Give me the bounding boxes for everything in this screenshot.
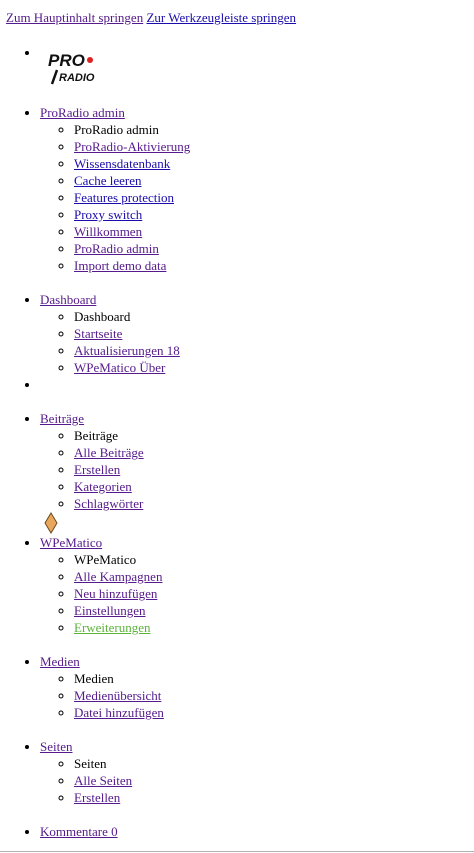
submenu-link-wpematico-ueber[interactable]: WPeMatico Über — [74, 360, 165, 375]
submenu-item: Erweiterungen — [74, 619, 474, 636]
menu-item-medien: Medien Medien Medienübersicht Datei hinz… — [40, 636, 474, 721]
submenu-link-willkommen[interactable]: Willkommen — [74, 224, 142, 239]
submenu-item: ProRadio admin — [74, 240, 474, 257]
submenu-link-datei-hinzufuegen[interactable]: Datei hinzufügen — [74, 705, 164, 720]
submenu-link-einstellungen[interactable]: Einstellungen — [74, 603, 146, 618]
submenu-link-alle-beitraege[interactable]: Alle Beiträge — [74, 445, 144, 460]
submenu-item: Proxy switch — [74, 206, 474, 223]
submenu-item: Cache leeren — [74, 172, 474, 189]
submenu-link-aktualisierungen[interactable]: Aktualisierungen 18 — [74, 343, 180, 358]
submenu-link-features-protection[interactable]: Features protection — [74, 190, 174, 205]
submenu-link-cache-leeren[interactable]: Cache leeren — [74, 173, 141, 188]
menu-link-wpematico[interactable]: WPeMatico — [40, 535, 102, 550]
submenu-item: Features protection — [74, 189, 474, 206]
submenu-item: Alle Kampagnen — [74, 568, 474, 585]
submenu-item: Erstellen — [74, 461, 474, 478]
submenu-link-proxy-switch[interactable]: Proxy switch — [74, 207, 142, 222]
submenu-dashboard: Dashboard Startseite Aktualisierungen 18… — [40, 308, 474, 376]
diamond-icon — [44, 512, 58, 534]
submenu-link-wissensdatenbank[interactable]: Wissensdatenbank — [74, 156, 170, 171]
submenu-item: Alle Beiträge — [74, 444, 474, 461]
submenu-link-medienuebersicht[interactable]: Medienübersicht — [74, 688, 161, 703]
submenu-item: Startseite — [74, 325, 474, 342]
menu-link-dashboard[interactable]: Dashboard — [40, 292, 96, 307]
submenu-link-kategorien[interactable]: Kategorien — [74, 479, 132, 494]
submenu-wpematico: WPeMatico Alle Kampagnen Neu hinzufügen … — [40, 551, 474, 636]
submenu-item-current: Medien — [74, 670, 474, 687]
menu-item-kommentare: Kommentare 0 — [40, 806, 474, 840]
logo-slash — [50, 69, 59, 85]
proradio-logo[interactable]: PRO RADIO — [46, 50, 98, 86]
admin-menu: PRO RADIO ProRadio admin ProRadio admin … — [0, 44, 474, 840]
skip-to-toolbar-link[interactable]: Zur Werkzeugleiste springen — [146, 10, 296, 25]
menu-logo-item: PRO RADIO — [40, 44, 474, 87]
submenu-item-current: WPeMatico — [74, 551, 474, 568]
logo-dot — [87, 57, 93, 63]
submenu-link-erweiterungen[interactable]: Erweiterungen — [74, 620, 151, 635]
skip-links: Zum Hauptinhalt springen Zur Werkzeuglei… — [6, 9, 296, 26]
menu-link-proradio-admin[interactable]: ProRadio admin — [40, 105, 125, 120]
submenu-link-neu-hinzufuegen[interactable]: Neu hinzufügen — [74, 586, 157, 601]
menu-item-wpematico: WPeMatico WPeMatico Alle Kampagnen Neu h… — [40, 512, 474, 636]
submenu-link-erstellen-seite[interactable]: Erstellen — [74, 790, 120, 805]
submenu-link-startseite[interactable]: Startseite — [74, 326, 122, 341]
submenu-link-proradio-aktivierung[interactable]: ProRadio-Aktivierung — [74, 139, 190, 154]
submenu-item: Import demo data — [74, 257, 474, 274]
submenu-item: Einstellungen — [74, 602, 474, 619]
submenu-item: Wissensdatenbank — [74, 155, 474, 172]
submenu-item: Erstellen — [74, 789, 474, 806]
submenu-link-alle-kampagnen[interactable]: Alle Kampagnen — [74, 569, 162, 584]
submenu-proradio: ProRadio admin ProRadio-Aktivierung Wiss… — [40, 121, 474, 274]
menu-link-seiten[interactable]: Seiten — [40, 739, 73, 754]
menu-link-beitraege[interactable]: Beiträge — [40, 411, 84, 426]
submenu-beitraege: Beiträge Alle Beiträge Erstellen Kategor… — [40, 427, 474, 512]
submenu-link-import-demo-data[interactable]: Import demo data — [74, 258, 166, 273]
submenu-item-current: Dashboard — [74, 308, 474, 325]
menu-item-dashboard: Dashboard Dashboard Startseite Aktualisi… — [40, 274, 474, 376]
submenu-medien: Medien Medienübersicht Datei hinzufügen — [40, 670, 474, 721]
menu-link-medien[interactable]: Medien — [40, 654, 80, 669]
submenu-item: WPeMatico Über — [74, 359, 474, 376]
submenu-item: Neu hinzufügen — [74, 585, 474, 602]
submenu-item: Datei hinzufügen — [74, 704, 474, 721]
submenu-item: Aktualisierungen 18 — [74, 342, 474, 359]
menu-separator — [40, 376, 474, 393]
divider — [0, 851, 474, 852]
submenu-seiten: Seiten Alle Seiten Erstellen — [40, 755, 474, 806]
submenu-item: Kategorien — [74, 478, 474, 495]
logo-text-top: PRO — [48, 51, 85, 70]
logo-text-bottom: RADIO — [59, 72, 95, 84]
submenu-item-current: ProRadio admin — [74, 121, 474, 138]
submenu-link-alle-seiten[interactable]: Alle Seiten — [74, 773, 132, 788]
menu-item-seiten: Seiten Seiten Alle Seiten Erstellen — [40, 721, 474, 806]
submenu-link-proradio-admin-2[interactable]: ProRadio admin — [74, 241, 159, 256]
submenu-link-erstellen-beitrag[interactable]: Erstellen — [74, 462, 120, 477]
menu-item-beitraege: Beiträge Beiträge Alle Beiträge Erstelle… — [40, 393, 474, 512]
menu-item-proradio: ProRadio admin ProRadio admin ProRadio-A… — [40, 87, 474, 274]
submenu-item-current: Beiträge — [74, 427, 474, 444]
submenu-link-schlagwoerter[interactable]: Schlagwörter — [74, 496, 143, 511]
submenu-item: Alle Seiten — [74, 772, 474, 789]
menu-link-kommentare[interactable]: Kommentare 0 — [40, 824, 118, 839]
submenu-item: ProRadio-Aktivierung — [74, 138, 474, 155]
submenu-item: Medienübersicht — [74, 687, 474, 704]
skip-to-main-link[interactable]: Zum Hauptinhalt springen — [6, 10, 143, 25]
submenu-item-current: Seiten — [74, 755, 474, 772]
submenu-item: Willkommen — [74, 223, 474, 240]
submenu-item: Schlagwörter — [74, 495, 474, 512]
